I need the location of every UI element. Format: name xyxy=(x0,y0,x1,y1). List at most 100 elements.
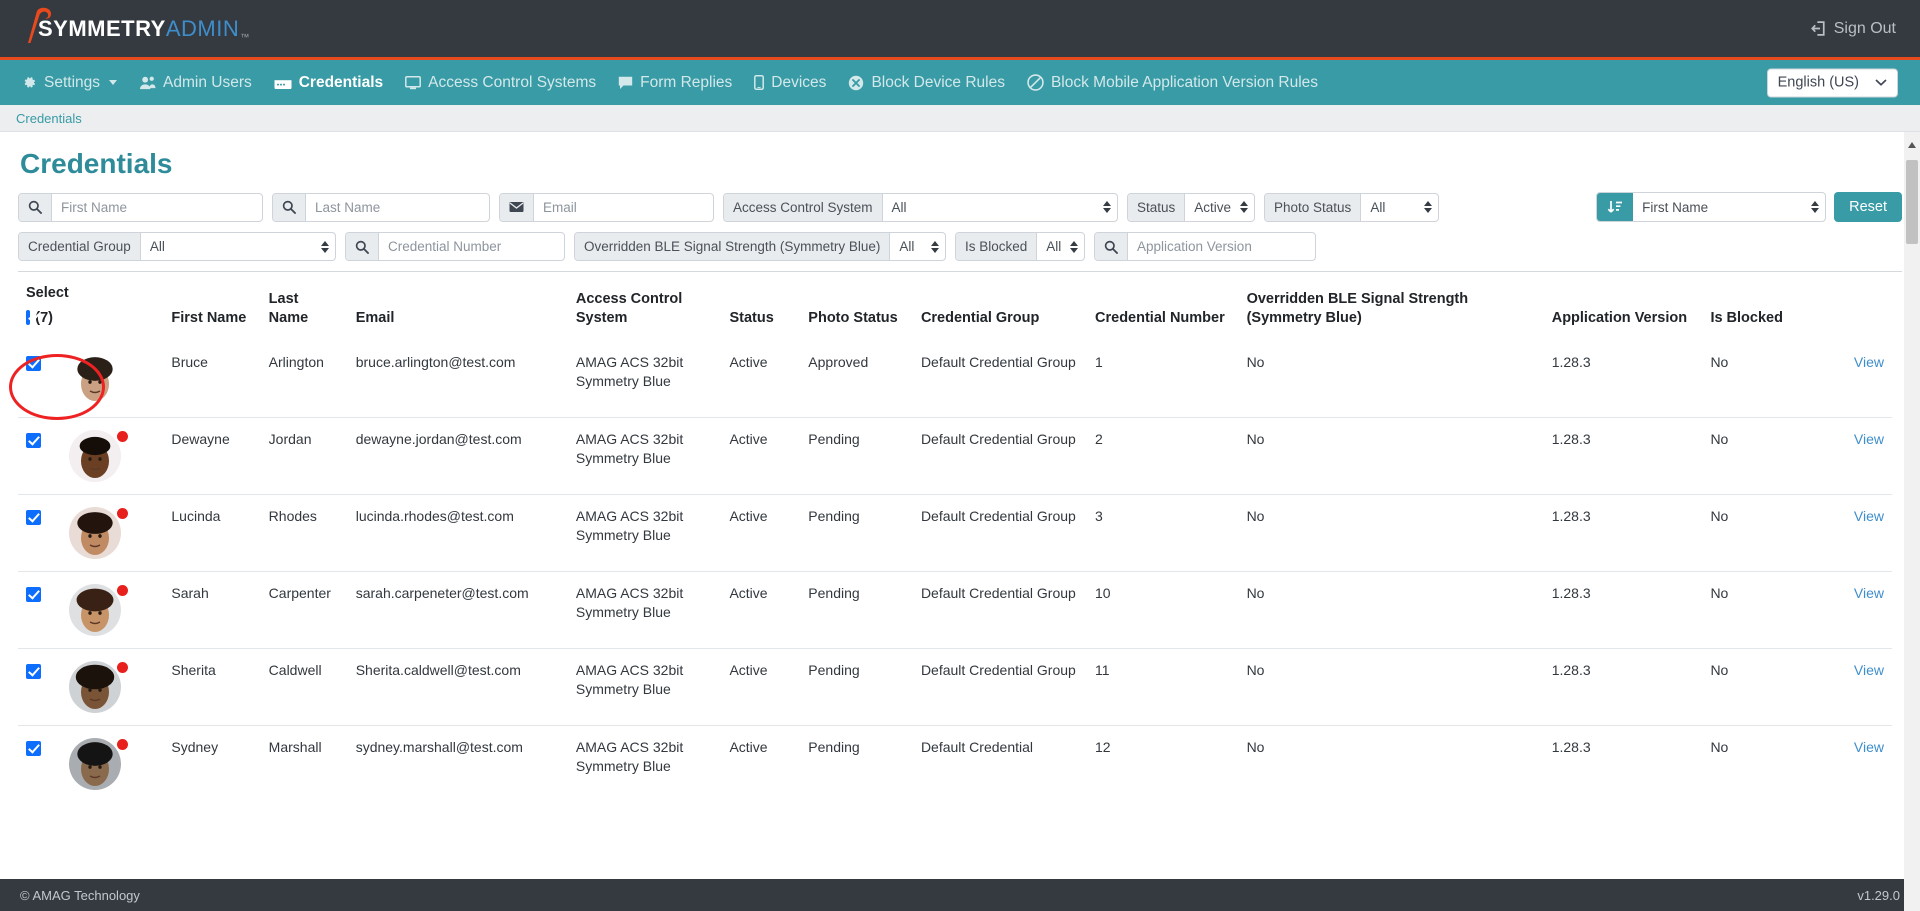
filter-overridden-ble-signal-strength[interactable]: Overridden BLE Signal Strength (Symmetry… xyxy=(574,232,946,261)
overridden-ble-select[interactable]: All xyxy=(890,233,945,260)
nav-item-settings-label: Settings xyxy=(44,73,101,91)
filter-last-name[interactable] xyxy=(272,192,490,222)
last-name-column-header[interactable]: Last Name xyxy=(261,272,348,341)
credential-number-input[interactable] xyxy=(379,233,564,260)
first-name-input[interactable] xyxy=(52,193,262,221)
row-select-cell xyxy=(18,648,61,726)
sort-arrows-icon xyxy=(1070,240,1078,253)
photo-status-column-header[interactable]: Photo Status xyxy=(800,272,913,341)
nav-item-credentials[interactable]: Credentials xyxy=(274,74,383,92)
filter-access-control-system[interactable]: Access Control System All xyxy=(723,192,1118,222)
access-control-system-select[interactable]: All xyxy=(883,194,1117,221)
is-blocked-column-header[interactable]: Is Blocked xyxy=(1702,272,1810,341)
row-last-name: Arlington xyxy=(268,354,324,371)
row-credential-group: Default Credential Group xyxy=(920,354,1076,371)
row-overridden-ble: No xyxy=(1238,417,1544,495)
last-name-input[interactable] xyxy=(306,193,489,221)
nav-item-form-replies[interactable]: Form Replies xyxy=(618,74,732,92)
chevron-down-icon xyxy=(109,80,118,85)
overridden-ble-filter-label: Overridden BLE Signal Strength (Symmetry… xyxy=(575,233,891,260)
is-blocked-select[interactable]: All xyxy=(1037,233,1084,260)
avatar xyxy=(69,661,121,714)
brand-logo[interactable]: SYMMETRY ADMIN ™ xyxy=(24,7,250,43)
overridden-ble-column-header[interactable]: Overridden BLE Signal Strength (Symmetry… xyxy=(1239,272,1544,341)
credential-group-column-header[interactable]: Credential Group xyxy=(913,272,1087,341)
language-selector[interactable]: English (US) xyxy=(1766,68,1898,97)
row-checkbox[interactable] xyxy=(26,740,41,756)
row-application-version: 1.28.3 xyxy=(1543,648,1703,726)
view-link[interactable]: View xyxy=(1854,662,1884,678)
brand-primary-text: SYMMETRY xyxy=(38,15,166,41)
is-blocked-filter-label: Is Blocked xyxy=(956,233,1038,260)
scroll-up-icon[interactable] xyxy=(1908,142,1916,148)
status-select[interactable]: Active xyxy=(1185,194,1254,221)
view-link[interactable]: View xyxy=(1854,431,1884,447)
brand-trademark: ™ xyxy=(240,31,250,42)
filter-application-version[interactable] xyxy=(1094,232,1316,261)
row-first-name: Sherita xyxy=(163,648,261,726)
nav-item-admin-users-label: Admin Users xyxy=(163,73,252,91)
row-overridden-ble: No xyxy=(1246,354,1265,371)
row-checkbox[interactable] xyxy=(26,355,41,371)
nav-item-block-mobile-application-version-rules[interactable]: Block Mobile Application Version Rules xyxy=(1027,74,1318,92)
filter-first-name[interactable] xyxy=(18,192,263,222)
sort-control[interactable]: First Name xyxy=(1596,192,1827,222)
row-checkbox[interactable] xyxy=(26,509,41,525)
photo-pending-badge xyxy=(117,662,128,674)
row-last-name: Caldwell xyxy=(260,648,348,726)
row-access-control-system: AMAG ACS 32bit Symmetry Blue xyxy=(567,648,722,726)
photo-status-select[interactable]: All xyxy=(1361,194,1438,221)
nav-item-devices-label: Devices xyxy=(771,73,827,91)
row-overridden-ble: No xyxy=(1238,648,1544,726)
nav-item-admin-users[interactable]: Admin Users xyxy=(139,74,252,92)
filter-credential-number[interactable] xyxy=(345,232,565,261)
reset-button[interactable]: Reset xyxy=(1834,192,1902,222)
phone-icon xyxy=(754,75,765,90)
view-link[interactable]: View xyxy=(1854,739,1884,755)
filter-row-1: Access Control System All Status Active … xyxy=(18,192,1902,222)
filter-status[interactable]: Status Active xyxy=(1127,192,1255,222)
row-access-control-system: AMAG ACS 32bit Symmetry Blue xyxy=(567,494,722,572)
filter-is-blocked[interactable]: Is Blocked All xyxy=(955,232,1085,261)
search-icon xyxy=(19,193,52,221)
row-photo-status: Approved xyxy=(808,354,869,371)
credential-group-select[interactable]: All xyxy=(141,233,335,260)
row-credential-number: 10 xyxy=(1087,571,1239,649)
application-version-input[interactable] xyxy=(1128,233,1315,260)
application-version-column-header[interactable]: Application Version xyxy=(1544,272,1703,341)
photo-pending-badge xyxy=(117,585,128,597)
credential-number-column-header[interactable]: Credential Number xyxy=(1087,272,1239,341)
page-footer: © AMAG Technology v1.29.0 xyxy=(0,879,1920,911)
filter-email[interactable] xyxy=(499,192,714,222)
nav-item-access-control-systems[interactable]: Access Control Systems xyxy=(405,74,596,92)
sort-field-select[interactable]: First Name xyxy=(1633,193,1825,221)
select-column-header: Select (7) xyxy=(18,272,69,341)
row-photo-cell xyxy=(61,725,164,803)
status-column-header[interactable]: Status xyxy=(721,272,800,341)
view-link[interactable]: View xyxy=(1854,585,1884,601)
sign-out-button[interactable]: Sign Out xyxy=(1810,20,1896,38)
row-checkbox[interactable] xyxy=(26,432,41,448)
nav-item-devices[interactable]: Devices xyxy=(754,74,826,92)
row-status: Active xyxy=(721,648,801,726)
table-row: Lucinda Rhodes lucinda.rhodes@test.com AMAG… xyxy=(18,494,1892,572)
page-scrollbar[interactable] xyxy=(1904,132,1920,911)
nav-item-settings[interactable]: Settings xyxy=(22,73,118,92)
nav-item-block-device-rules[interactable]: Block Device Rules xyxy=(848,74,1005,92)
email-input[interactable] xyxy=(534,193,713,221)
email-column-header[interactable]: Email xyxy=(348,272,568,341)
first-name-column-header[interactable]: First Name xyxy=(163,272,260,341)
filter-credential-group[interactable]: Credential Group All xyxy=(18,232,336,261)
row-select-cell xyxy=(18,571,61,649)
scroll-thumb[interactable] xyxy=(1906,160,1918,244)
breadcrumb-item-credentials[interactable]: Credentials xyxy=(16,111,82,126)
access-control-system-column-header[interactable]: Access Control System xyxy=(568,272,722,341)
view-link[interactable]: View xyxy=(1854,354,1884,370)
filter-photo-status[interactable]: Photo Status All xyxy=(1264,192,1439,222)
view-link[interactable]: View xyxy=(1854,508,1884,524)
select-all-checkbox[interactable] xyxy=(26,310,31,326)
photo-column-header xyxy=(61,272,163,341)
sort-arrows-icon xyxy=(321,240,329,253)
row-checkbox[interactable] xyxy=(26,586,41,602)
row-checkbox[interactable] xyxy=(26,663,41,679)
